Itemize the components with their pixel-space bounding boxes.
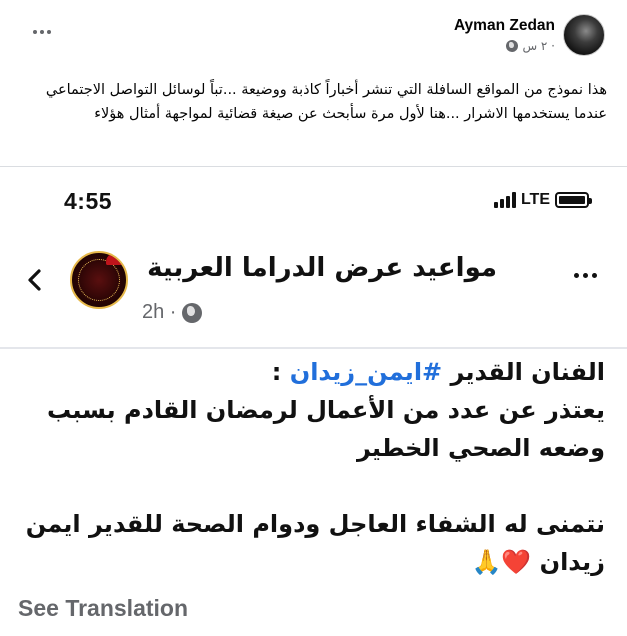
page-name: مواعيد عرض الدراما العربية bbox=[147, 253, 497, 283]
hashtag-link: #ايمن_زيدان bbox=[289, 358, 443, 386]
more-options-icon bbox=[574, 273, 597, 278]
inner-post-body: الفنان القدير #ايمن_زيدان : يعتذر عن عدد… bbox=[15, 353, 605, 581]
network-label: LTE bbox=[520, 191, 550, 208]
divider bbox=[0, 347, 627, 349]
globe-icon bbox=[506, 40, 519, 52]
inner-post-time: 2h · bbox=[142, 301, 177, 323]
globe-icon bbox=[182, 302, 203, 323]
more-options-icon[interactable] bbox=[28, 22, 56, 42]
signal-icon bbox=[493, 192, 516, 208]
post-text: هذا نموذج من المواقع السافلة التي تنشر أ… bbox=[45, 82, 607, 122]
battery-icon bbox=[555, 192, 592, 208]
author-name[interactable]: Ayman Zedan bbox=[454, 16, 555, 36]
see-translation-link: See Translation bbox=[18, 595, 189, 621]
inner-line-3: نتمنى له الشفاء العاجل ودوام الصحة للقدي… bbox=[25, 510, 605, 576]
heart-emoji: ❤️ bbox=[501, 548, 532, 576]
pray-emoji: 🙏 bbox=[471, 548, 502, 576]
post-time[interactable]: ٢ س · bbox=[522, 39, 555, 53]
status-bar-time: 4:55 bbox=[64, 188, 113, 214]
inner-line-1: الفنان القدير #ايمن_زيدان : bbox=[271, 358, 605, 386]
chevron-left-icon[interactable] bbox=[22, 267, 48, 293]
author-block: Ayman Zedan ٢ س · bbox=[454, 16, 555, 53]
status-bar-icons: LTE bbox=[493, 191, 592, 209]
post-header: Ayman Zedan ٢ س · bbox=[0, 0, 627, 70]
page-avatar bbox=[70, 251, 128, 309]
inner-post-meta: 2h · bbox=[142, 301, 203, 324]
post-meta: ٢ س · bbox=[454, 39, 555, 53]
inner-line-2: يعتذر عن عدد من الأعمال لرمضان القادم بس… bbox=[47, 396, 605, 462]
shared-screenshot-image[interactable]: 4:55 LTE مواعيد عرض الدراما العربية 2h ·… bbox=[0, 167, 627, 636]
author-avatar[interactable] bbox=[563, 14, 605, 56]
